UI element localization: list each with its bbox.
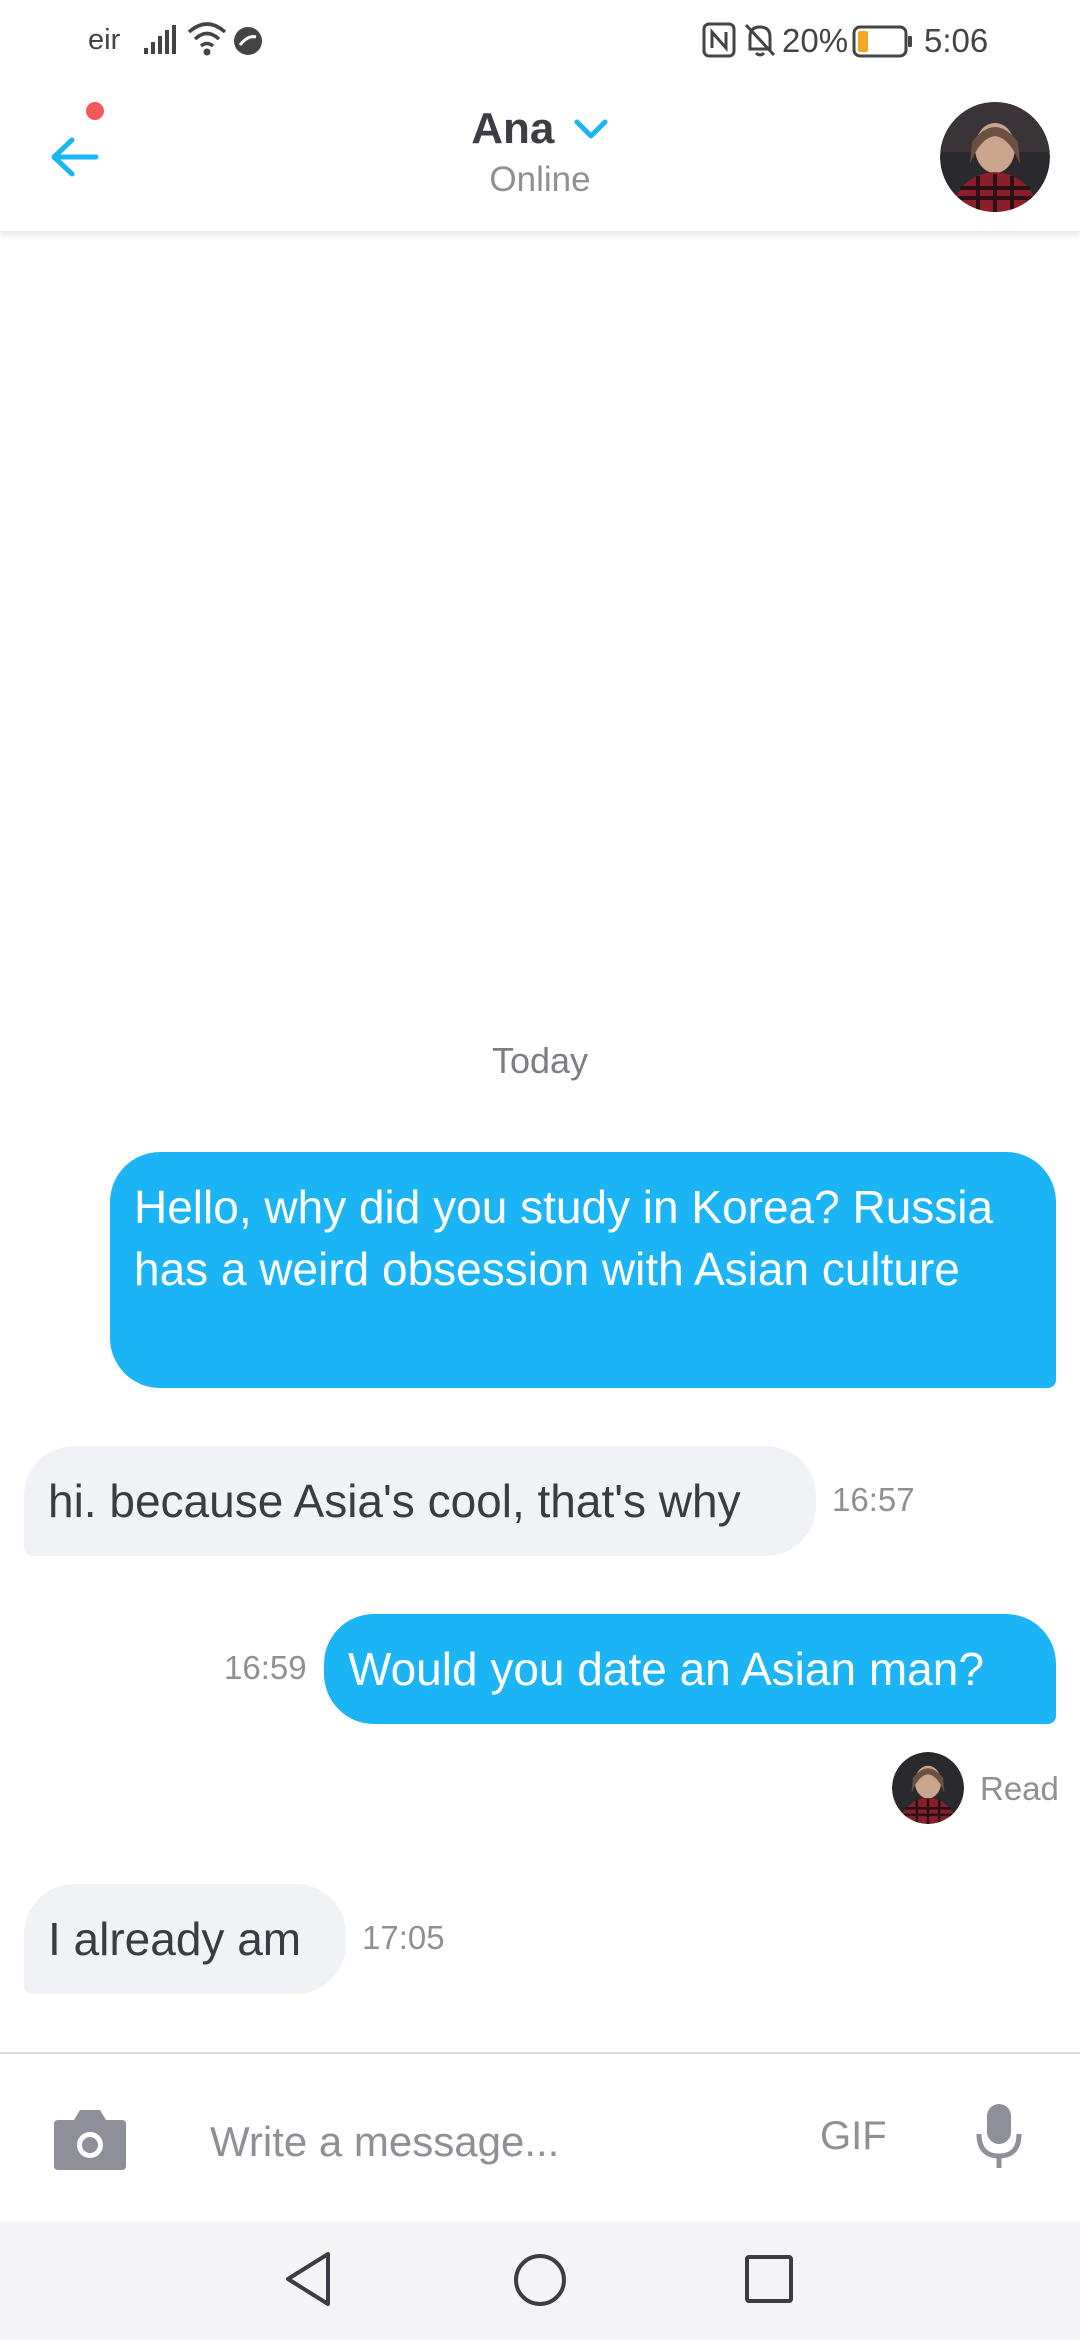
message-incoming[interactable]: I already am	[24, 1884, 346, 1994]
message-input[interactable]	[210, 2110, 770, 2174]
read-receipt-label: Read	[980, 1770, 1059, 1807]
contact-status: Online	[489, 160, 591, 199]
message-outgoing[interactable]: Would you date an Asian man?	[324, 1614, 1056, 1724]
date-separator: Today	[491, 1040, 589, 1081]
microphone-icon[interactable]	[974, 2102, 1024, 2172]
camera-icon[interactable]	[52, 2106, 128, 2172]
arrow-left-icon[interactable]	[44, 126, 106, 188]
message-timestamp: 16:59	[224, 1649, 307, 1686]
dnd-icon	[234, 27, 262, 55]
carrier-label: eir	[88, 24, 121, 56]
gif-button[interactable]: GIF	[820, 2114, 887, 2159]
nav-home-icon[interactable]	[512, 2252, 568, 2308]
chevron-down-icon	[574, 119, 608, 139]
battery-icon	[852, 25, 912, 58]
system-navbar	[0, 2222, 1080, 2340]
signal-icon	[144, 25, 176, 54]
mute-icon	[744, 23, 776, 57]
nav-back-icon[interactable]	[282, 2250, 334, 2308]
message-timestamp: 16:57	[832, 1481, 915, 1518]
contact-avatar[interactable]	[940, 102, 1050, 212]
clock: 5:06	[924, 22, 989, 59]
message-composer: GIF	[0, 2052, 1080, 2222]
wifi-icon	[187, 22, 227, 56]
message-timestamp: 17:05	[362, 1919, 445, 1956]
notification-dot	[86, 102, 104, 120]
read-receipt-avatar	[892, 1752, 964, 1824]
status-bar: eir 20% 5:06	[0, 0, 1080, 82]
message-outgoing[interactable]: Hello, why did you study in Korea? Russi…	[110, 1152, 1056, 1388]
nfc-icon	[702, 22, 736, 58]
contact-title[interactable]: Ana Online	[340, 104, 740, 200]
contact-name: Ana	[471, 104, 555, 153]
message-incoming[interactable]: hi. because Asia's cool, that's why	[24, 1446, 816, 1556]
nav-recents-icon[interactable]	[744, 2254, 794, 2304]
chat-header: Ana Online	[0, 82, 1080, 232]
battery-percent: 20%	[782, 22, 849, 59]
